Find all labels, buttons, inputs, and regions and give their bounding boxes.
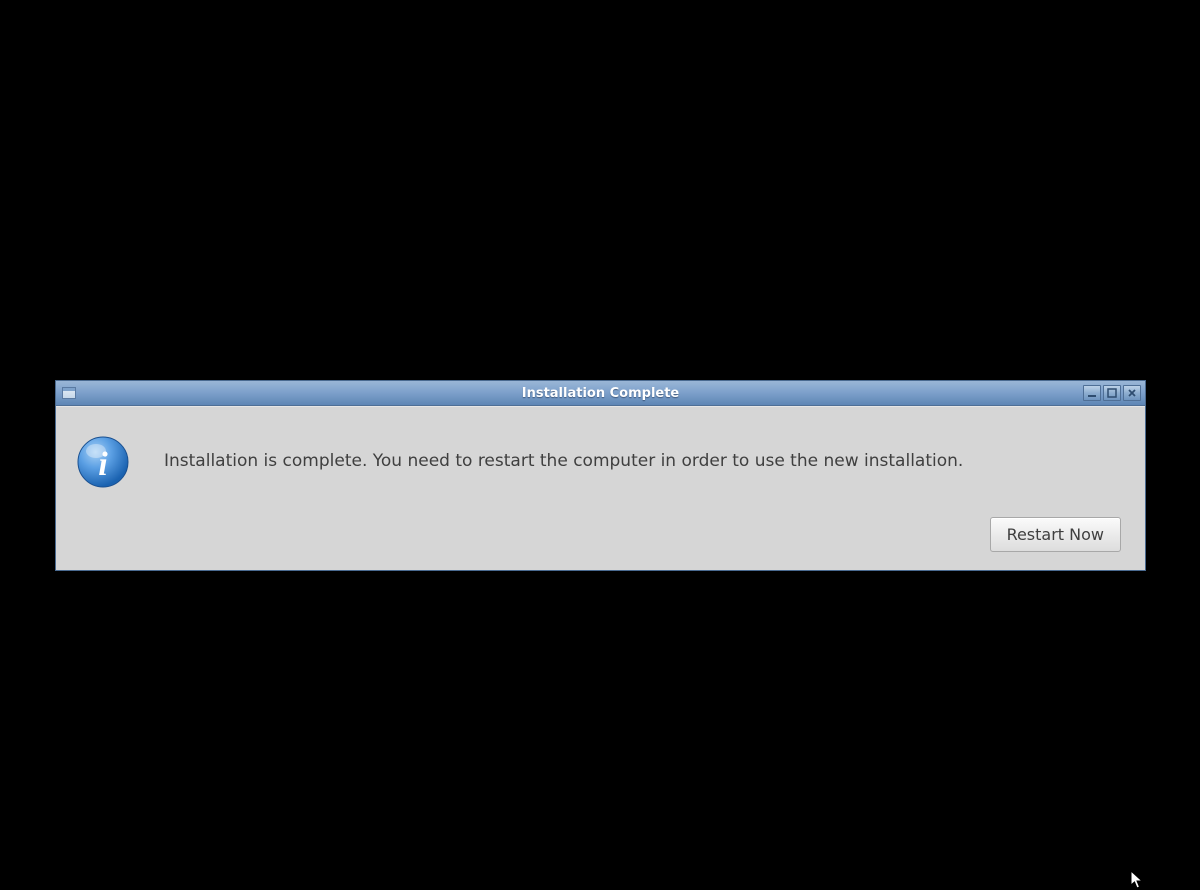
info-icon: i <box>76 435 130 489</box>
window-menu-icon[interactable] <box>61 386 77 400</box>
message-row: i Installation is complete. You need to … <box>76 435 1121 489</box>
dialog-title: Installation Complete <box>56 386 1145 401</box>
maximize-icon <box>1107 388 1117 398</box>
svg-text:i: i <box>98 446 108 483</box>
minimize-button[interactable] <box>1083 385 1101 401</box>
maximize-button[interactable] <box>1103 385 1121 401</box>
close-button[interactable] <box>1123 385 1141 401</box>
installation-complete-dialog: Installation Complete <box>55 380 1146 571</box>
dialog-titlebar[interactable]: Installation Complete <box>56 381 1145 406</box>
mouse-cursor-icon <box>1130 870 1144 890</box>
restart-now-button[interactable]: Restart Now <box>990 517 1121 552</box>
dialog-content: i Installation is complete. You need to … <box>56 406 1145 570</box>
window-controls <box>1083 385 1141 401</box>
button-row: Restart Now <box>76 517 1121 552</box>
dialog-message: Installation is complete. You need to re… <box>164 450 963 474</box>
minimize-icon <box>1087 388 1097 398</box>
close-icon <box>1127 388 1137 398</box>
